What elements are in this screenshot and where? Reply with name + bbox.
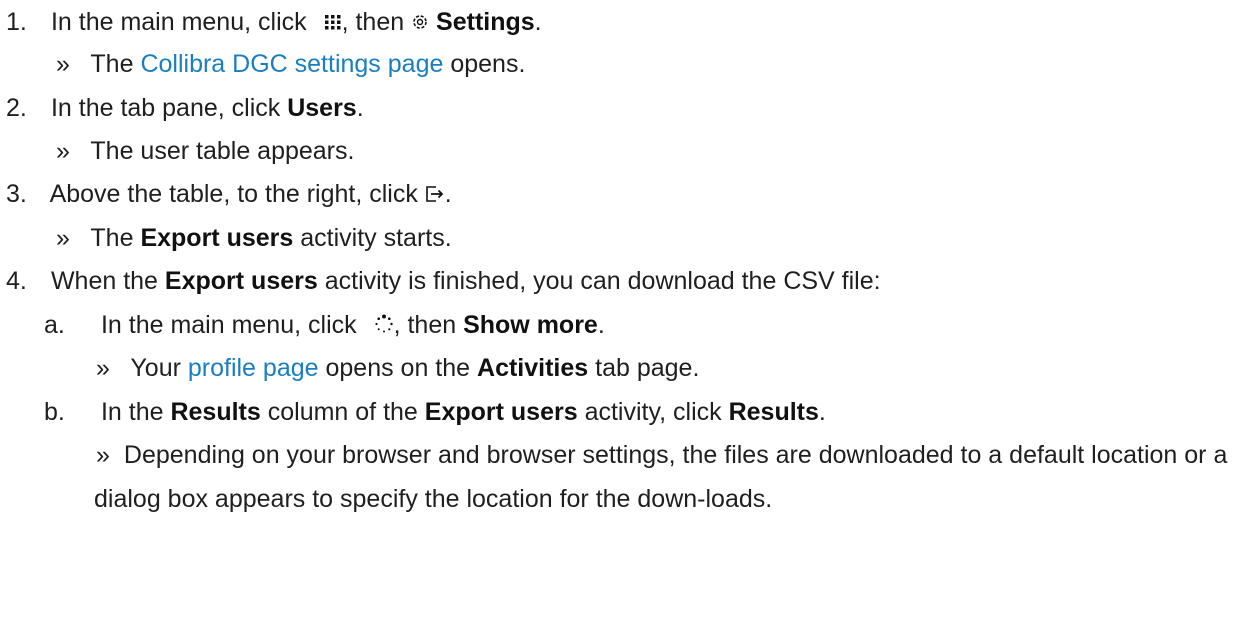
show-more-label: Show more [463,311,598,339]
step-text: activity, click [584,398,722,426]
result-marker: » [56,224,70,252]
step-number: 2. [6,94,27,122]
step-text: , then [341,8,405,36]
step-1-result: » The Collibra DGC settings page opens. [56,42,525,86]
step-number: 1. [6,8,27,36]
apps-grid-icon [324,1,342,45]
step-4b-result: » Depending on your browser and browser s… [94,433,1244,521]
result-marker: » [96,441,110,469]
step-text: In the main menu, click [100,311,357,339]
step-text: Above the table, to the right, click [49,180,418,208]
step-text: column of the [267,398,418,426]
export-users-label: Export users [164,267,318,295]
result-text: opens on the [325,354,471,382]
result-text: Depending on your browser and browser se… [94,441,1228,513]
step-3: 3. Above the table, to the right, click … [6,172,452,217]
export-icon [425,173,445,217]
result-text: The [90,224,134,252]
step-text: When the [50,267,158,295]
settings-label: Settings [436,8,535,36]
step-text: In the main menu, click [50,8,307,36]
step-4a-result: » Your profile page opens on the Activit… [96,346,699,390]
result-text: opens. [450,50,526,78]
activities-label: Activities [477,354,589,382]
result-text: tab page. [595,354,700,382]
activity-spinner-icon [374,304,394,348]
step-2-result: » The user table appears. [56,129,354,173]
result-text: The user table appears. [90,137,355,165]
step-text: . [356,94,364,122]
step-4a: a. In the main menu, click , then Show m… [44,303,605,348]
result-text: The [90,50,134,78]
step-3-result: » The Export users activity starts. [56,216,452,260]
step-4: 4. When the Export users activity is fin… [6,259,881,303]
export-users-label: Export users [424,398,578,426]
step-text: . [818,398,826,426]
result-text: activity starts. [300,224,452,252]
gear-icon [411,1,429,45]
step-1: 1. In the main menu, click , then Settin… [6,0,542,45]
step-2: 2. In the tab pane, click Users. [6,86,364,130]
step-text: In the tab pane, click [50,94,281,122]
settings-page-link[interactable]: Collibra DGC settings page [140,50,443,78]
result-marker: » [56,50,70,78]
step-text: . [597,311,605,339]
results-link-label: Results [728,398,819,426]
profile-page-link[interactable]: profile page [188,354,319,382]
step-text: In the [100,398,164,426]
result-marker: » [96,354,110,382]
step-text: . [534,8,542,36]
step-number: 3. [6,180,27,208]
procedure-document: 1. In the main menu, click , then Settin… [0,0,1259,617]
step-text: , then [393,311,457,339]
step-text: . [444,180,452,208]
step-text: activity is finished, you can download t… [324,267,881,295]
step-number: 4. [6,267,27,295]
substep-letter: a. [44,311,65,339]
step-4b: b. In the Results column of the Export u… [44,390,826,434]
result-marker: » [56,137,70,165]
substep-letter: b. [44,398,65,426]
users-label: Users [287,94,357,122]
result-text: Your [130,354,181,382]
export-users-label: Export users [140,224,294,252]
results-column-label: Results [170,398,261,426]
